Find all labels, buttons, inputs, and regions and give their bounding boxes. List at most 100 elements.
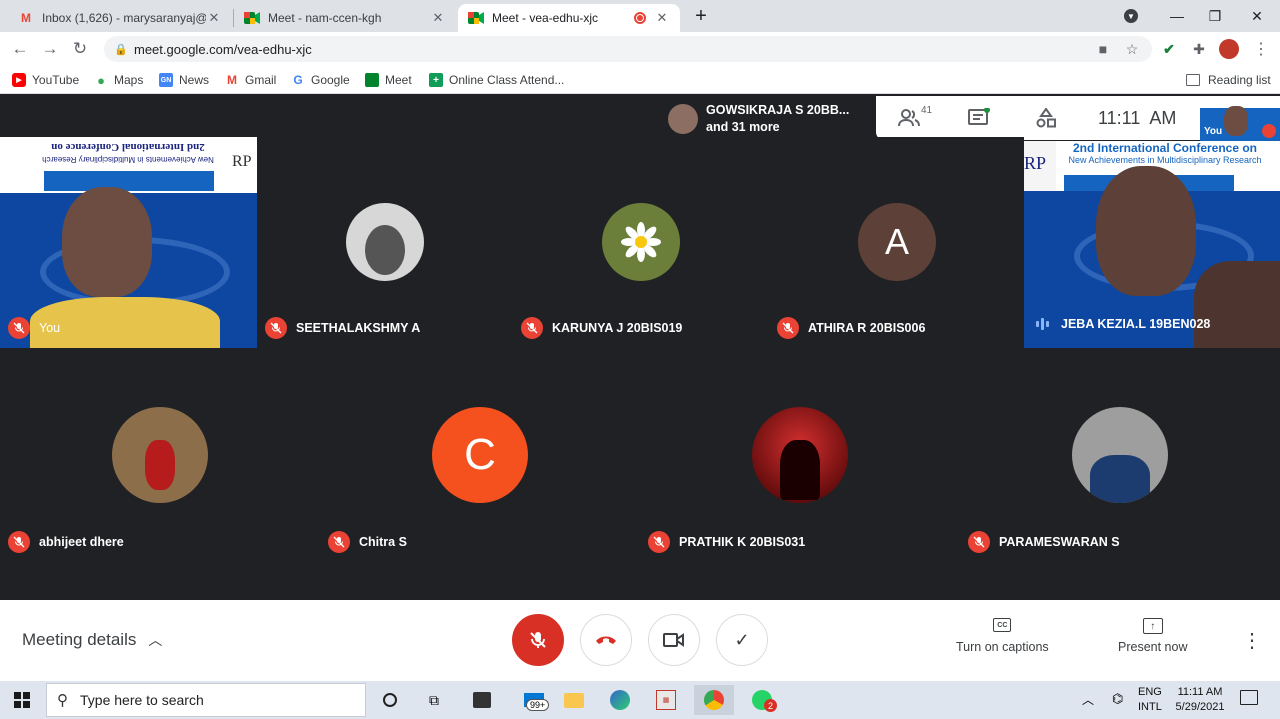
meeting-details-button[interactable]: Meeting details ︿ (22, 630, 162, 650)
chrome-app[interactable] (694, 685, 734, 715)
mic-off-icon (530, 632, 546, 648)
new-tab-button[interactable]: + (684, 0, 718, 32)
close-window-button[interactable]: ✕ (1234, 0, 1280, 32)
participant-tile-abhijeet[interactable]: abhijeet dhere (0, 350, 320, 562)
nameplate-prathik: PRATHIK K 20BIS031 (648, 531, 805, 553)
reading-list-button[interactable]: Reading list (1186, 71, 1271, 89)
leave-call-button[interactable] (580, 614, 632, 666)
activities-button[interactable] (1036, 107, 1056, 133)
participant-tile-karunya[interactable]: KARUNYA J 20BIS019 (513, 137, 769, 348)
language-indicator[interactable]: ENG INTL (1138, 685, 1162, 715)
conference-banner-line2: New Achievements in Multidisciplinary Re… (1068, 155, 1262, 165)
attendance-check-button[interactable]: ✓ (716, 614, 768, 666)
bookmark-gmail[interactable]: M Gmail (225, 71, 276, 89)
nameplate-abhijeet: abhijeet dhere (8, 531, 124, 553)
nameplate-athira: ATHIRA R 20BIS006 (777, 317, 925, 339)
tab-meet-vea[interactable]: Meet - vea-edhu-xjc ✕ (458, 4, 680, 32)
more-options-icon[interactable]: ⋮ (1242, 628, 1262, 653)
tab-title: Meet - nam-ccen-kgh (268, 11, 382, 25)
participant-name: ATHIRA R 20BIS006 (808, 321, 926, 335)
captions-label: Turn on captions (956, 640, 1049, 654)
clock-time: 11:11 AM (1177, 686, 1223, 698)
parameswaran-avatar (1072, 407, 1168, 503)
bookmark-google[interactable]: G Google (291, 71, 349, 89)
bookmark-maps[interactable]: ● Maps (94, 71, 143, 89)
prathik-avatar (752, 407, 848, 503)
camera-toggle-button[interactable] (648, 614, 700, 666)
mic-off-icon (265, 317, 287, 339)
store-app[interactable] (466, 685, 498, 715)
participant-tile-athira[interactable]: A ATHIRA R 20BIS006 (769, 137, 1024, 348)
close-icon[interactable]: ✕ (430, 10, 446, 26)
bookmark-online-class[interactable]: + Online Class Attend... (429, 71, 564, 89)
bookmark-label: Maps (114, 73, 144, 87)
mic-off-icon (328, 531, 350, 553)
lang-line1: ENG (1138, 686, 1162, 698)
close-icon[interactable]: ✕ (654, 10, 670, 26)
participant-tile-you[interactable]: 2nd International Conference on New Achi… (0, 137, 257, 348)
task-view-button[interactable]: ⧉ (418, 685, 450, 715)
recording-icon (634, 12, 646, 24)
chat-button[interactable] (968, 107, 990, 133)
back-button[interactable]: ← (8, 37, 32, 61)
participant-tile-prathik[interactable]: PRATHIK K 20BIS031 (640, 350, 960, 562)
notification-icon[interactable] (1240, 690, 1258, 705)
participant-tile-parameswaran[interactable]: PARAMESWARAN S (960, 350, 1280, 562)
tab-meet-nam[interactable]: Meet - nam-ccen-kgh ✕ (234, 4, 456, 32)
reload-button[interactable]: ↻ (68, 37, 92, 61)
mic-toggle-button[interactable] (512, 614, 564, 666)
whatsapp-app[interactable]: 2 (742, 685, 782, 715)
bookmark-label: Online Class Attend... (449, 73, 565, 87)
camera-icon (663, 633, 684, 647)
start-button[interactable] (6, 685, 38, 715)
show-hidden-icons-button[interactable]: ︿ (1082, 691, 1094, 708)
cortana-button[interactable] (374, 685, 406, 715)
tab-gmail-inbox[interactable]: M Inbox (1,626) - marysaranyaj@sk ✕ (8, 4, 232, 32)
search-icon: ⚲ (57, 692, 68, 709)
participants-button[interactable]: 41 (898, 105, 932, 128)
bookmark-star-icon[interactable]: ☆ (1121, 38, 1143, 60)
network-icon[interactable]: ⌬ (1112, 691, 1123, 707)
bookmark-label: Gmail (245, 73, 277, 87)
present-now-button[interactable]: ↑ Present now (1118, 618, 1187, 654)
nameplate-karunya: KARUNYA J 20BIS019 (521, 317, 682, 339)
checkmark-extension-icon[interactable]: ✔ (1158, 38, 1180, 60)
presenting-banner[interactable]: GOWSIKRAJA S 20BB... and 31 more (660, 96, 876, 140)
url-text: meet.google.com/vea-edhu-xjc (134, 41, 312, 57)
system-clock[interactable]: 11:11 AM 5/29/2021 (1174, 685, 1226, 715)
clock-date: 5/29/2021 (1175, 701, 1225, 713)
bookmark-meet[interactable]: Meet (365, 71, 412, 89)
file-explorer-app[interactable] (558, 685, 590, 715)
conference-banner-line1: 2nd International Conference on (51, 141, 205, 153)
presenter-name: GOWSIKRAJA S 20BB... (706, 103, 850, 117)
participant-tile-jeba-kezia[interactable]: RP 2nd International Conference on New A… (1024, 141, 1280, 348)
conference-banner-line1: 2nd International Conference on (1072, 141, 1258, 155)
extensions-icon[interactable]: ✚ (1188, 38, 1210, 60)
address-bar[interactable]: 🔒 meet.google.com/vea-edhu-xjc (104, 36, 1152, 62)
karunya-avatar (602, 203, 680, 281)
nameplate-you: You (8, 317, 60, 339)
nameplate-jeba-kezia: JEBA KEZIA.L 19BEN028 (1036, 317, 1210, 331)
mail-app[interactable]: 99+ (514, 685, 554, 715)
captions-button[interactable]: CC Turn on captions (956, 618, 1049, 654)
meet-icon (244, 10, 260, 26)
participant-tile-seethalakshmy[interactable]: SEETHALAKSHMY A (257, 137, 513, 348)
maximize-button[interactable]: ❐ (1192, 0, 1238, 32)
close-icon[interactable]: ✕ (206, 10, 222, 26)
meet-icon (365, 73, 379, 87)
edge-app[interactable] (604, 685, 636, 715)
taskbar-search-box[interactable]: ⚲ Type here to search (46, 683, 366, 717)
cortana-icon (383, 693, 397, 707)
presenter-avatar (668, 104, 698, 134)
bookmark-label: YouTube (32, 73, 80, 87)
bookmark-news[interactable]: GN News (159, 71, 209, 89)
bookmark-youtube[interactable]: ▶ YouTube (12, 71, 79, 89)
camera-permission-icon[interactable]: ■ (1092, 38, 1114, 60)
tab-search-icon[interactable]: ▼ (1108, 0, 1154, 32)
participant-tile-chitra[interactable]: C Chitra S (320, 350, 640, 562)
self-view-thumbnail[interactable]: You (1200, 96, 1280, 141)
profile-avatar[interactable] (1218, 38, 1240, 60)
forward-button[interactable]: → (38, 37, 62, 61)
calculator-app[interactable]: ▦ (650, 685, 682, 715)
browser-menu-icon[interactable]: ⋮ (1250, 38, 1272, 60)
